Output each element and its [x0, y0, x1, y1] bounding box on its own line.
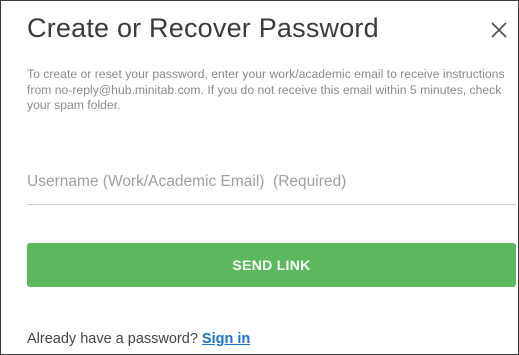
signin-prompt: Already have a password? — [27, 331, 198, 347]
signin-footer: Already have a password? Sign in — [27, 331, 250, 347]
send-link-button[interactable]: SEND LINK — [27, 243, 516, 287]
dialog-title: Create or Recover Password — [27, 13, 379, 43]
close-icon — [491, 22, 507, 38]
username-field — [27, 159, 516, 205]
signin-link[interactable]: Sign in — [202, 331, 250, 347]
recover-password-dialog: Create or Recover Password To create or … — [0, 0, 519, 355]
dialog-description: To create or reset your password, enter … — [27, 67, 505, 112]
close-button[interactable] — [491, 22, 507, 38]
username-input[interactable] — [27, 169, 516, 195]
